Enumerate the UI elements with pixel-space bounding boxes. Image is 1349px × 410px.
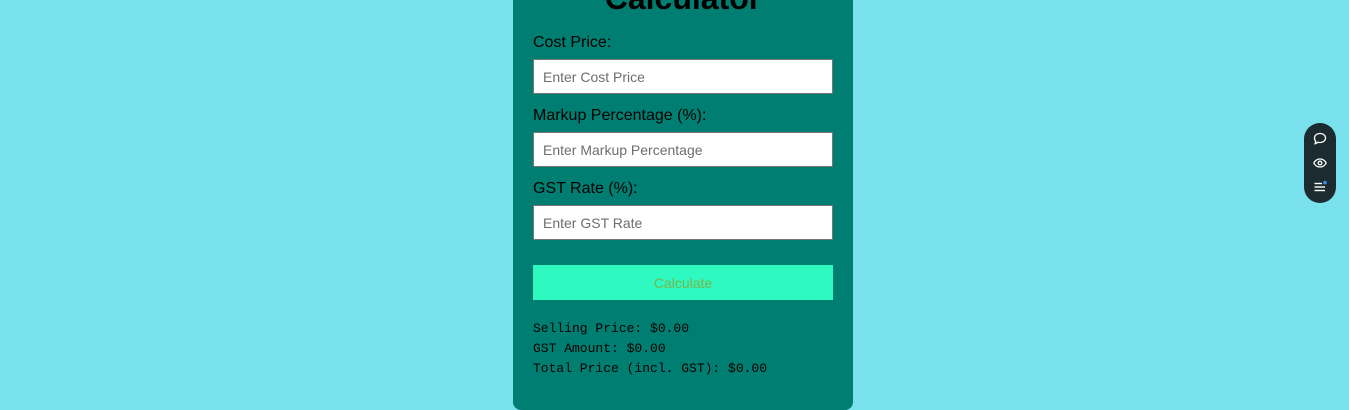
markup-percentage-input[interactable] xyxy=(533,132,833,167)
cost-price-label: Cost Price: xyxy=(533,34,612,51)
selling-price-result: Selling Price: $0.00 xyxy=(533,321,690,336)
gst-rate-input[interactable] xyxy=(533,205,833,240)
total-price-result: Total Price (incl. GST): $0.00 xyxy=(533,361,768,376)
eye-icon[interactable] xyxy=(1312,155,1328,171)
cost-price-input[interactable] xyxy=(533,59,833,94)
page: Calculator Cost Price: Markup Percentage… xyxy=(0,0,1349,410)
list-icon[interactable] xyxy=(1312,179,1328,195)
calculator-card: Calculator Cost Price: Markup Percentage… xyxy=(513,0,853,410)
markup-percentage-label: Markup Percentage (%): xyxy=(533,107,707,124)
gst-amount-result: GST Amount: $0.00 xyxy=(533,341,666,356)
floating-toolbar xyxy=(1304,123,1336,203)
calculate-button[interactable]: Calculate xyxy=(533,265,833,300)
results-panel: Selling Price: $0.00 GST Amount: $0.00 T… xyxy=(533,319,767,379)
chat-icon[interactable] xyxy=(1312,131,1328,147)
page-title: Calculator xyxy=(513,0,853,16)
gst-rate-label: GST Rate (%): xyxy=(533,180,638,197)
